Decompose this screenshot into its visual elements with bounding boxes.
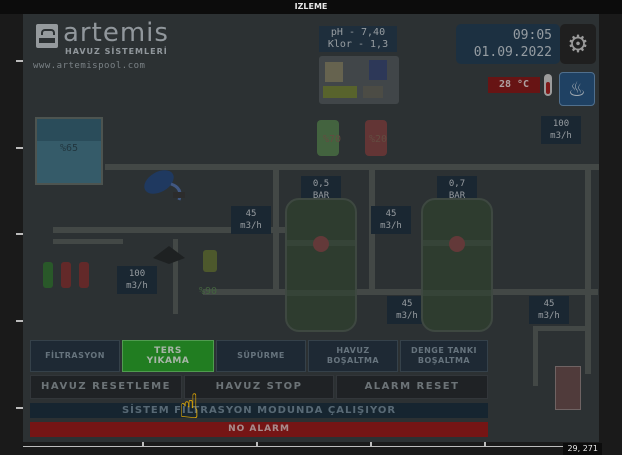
temperature-display: 28 °C [488, 77, 540, 93]
mode-backwash-button[interactable]: TERS YIKAMA [122, 340, 214, 372]
window-title: IZLEME [0, 0, 622, 14]
cursor-coordinates: 29, 271 [563, 443, 602, 455]
clock-date: 01.09.2022 [473, 45, 552, 60]
controller-icon [323, 86, 357, 98]
pipe [585, 164, 591, 374]
flow-unit: m3/h [538, 311, 560, 321]
ph-sensor-icon [325, 62, 343, 82]
sand-filter-2[interactable] [421, 198, 493, 332]
ruler-tick [16, 407, 23, 409]
valve-red[interactable] [79, 262, 89, 288]
pressure-value: 0,5 [312, 179, 330, 189]
flow-unit: m3/h [126, 281, 148, 291]
hmi-frame: IZLEME artemis HAVUZ SİSTEMLERİ www.arte… [0, 0, 622, 455]
clock-time: 09:05 [512, 28, 552, 43]
clock-display: 09:05 01.09.2022 [456, 24, 560, 64]
hmi-screen: artemis HAVUZ SİSTEMLERİ www.artemispool… [23, 14, 599, 442]
flow-unit: m3/h [240, 221, 262, 231]
mode-filtration-button[interactable]: FİLTRASYON [30, 340, 120, 372]
flow-mid-center: 45 m3/h [371, 206, 411, 234]
thermometer-icon [544, 74, 552, 96]
pump-icon [363, 86, 383, 98]
strainer-icon [153, 246, 185, 264]
system-status-bar: SİSTEM FİLTRASYON MODUNDA ÇALIŞIYOR [30, 403, 488, 418]
filter-band [423, 290, 491, 296]
valve-green[interactable] [43, 262, 53, 288]
mode-label: TERS YIKAMA [146, 346, 190, 366]
settings-button[interactable]: ⚙ [560, 24, 596, 64]
flow-value: 45 [543, 299, 555, 309]
pipe [273, 164, 279, 294]
mode-label: HAVUZ BOŞALTMA [326, 346, 380, 365]
flow-top-right: 100 m3/h [541, 116, 581, 144]
flow-value: 45 [245, 209, 257, 219]
ph-value: pH - 7,40 [330, 27, 386, 38]
filter-valve-icon[interactable] [313, 236, 329, 252]
ruler-tick [256, 442, 258, 447]
pool-robot-icon[interactable] [139, 162, 189, 206]
alarm-reset-button[interactable]: ALARM RESET [336, 375, 488, 399]
pressure-value: 0,7 [448, 179, 466, 189]
dosing-panel-icon[interactable] [319, 56, 399, 104]
brand-subtitle: HAVUZ SİSTEMLERİ [65, 47, 168, 56]
pipe [53, 239, 123, 244]
pipe [533, 326, 538, 386]
flow-value: 100 [552, 119, 570, 129]
aux-dose-level: %90 [199, 286, 218, 297]
alarm-status-bar: NO ALARM [30, 422, 488, 437]
brand-name: artemis [63, 18, 169, 48]
chemistry-readout: pH - 7,40 Klor - 1,3 [319, 26, 397, 52]
chlorine-dose-level: %20 [369, 134, 388, 145]
ruler-tick [142, 442, 144, 447]
ruler-tick [16, 60, 23, 62]
gear-icon: ⚙ [567, 30, 589, 58]
chlorine-value: Klor - 1,3 [327, 39, 389, 50]
mode-button-row: FİLTRASYON TERS YIKAMA SÜPÜRME HAVUZ BOŞ… [30, 340, 488, 372]
chlorine-sensor-icon [369, 60, 387, 80]
flow-mid-left: 45 m3/h [231, 206, 271, 234]
heater-button[interactable]: ♨ [559, 72, 595, 106]
mode-pool-drain-button[interactable]: HAVUZ BOŞALTMA [308, 340, 398, 372]
ruler-tick [484, 442, 486, 447]
heater-icon: ♨ [568, 77, 586, 101]
aux-dosing-icon[interactable] [203, 250, 217, 272]
mode-label: FİLTRASYON [45, 351, 105, 360]
hand-pointer-icon: ☝ [179, 387, 200, 427]
filter-valve-icon[interactable] [449, 236, 465, 252]
pool-reset-button[interactable]: HAVUZ RESETLEME [30, 375, 182, 399]
ph-dose-level: %70 [323, 134, 342, 145]
valve-red[interactable] [61, 262, 71, 288]
ruler-tick [16, 320, 23, 322]
ruler-tick [16, 233, 23, 235]
drain-tank[interactable] [555, 366, 581, 410]
pool-stop-button[interactable]: HAVUZ STOP [184, 375, 334, 399]
flow-unit: m3/h [380, 221, 402, 231]
pipe [533, 326, 591, 331]
ruler-tick [16, 147, 23, 149]
mode-vacuum-button[interactable]: SÜPÜRME [216, 340, 306, 372]
ruler-line [23, 446, 563, 447]
brand-url: www.artemispool.com [33, 61, 146, 71]
balance-tank[interactable]: %65 [35, 117, 103, 185]
flow-value: 45 [385, 209, 397, 219]
mode-balance-tank-drain-button[interactable]: DENGE TANKI BOŞALTMA [400, 340, 488, 372]
filter-band [287, 290, 355, 296]
flow-value: 100 [128, 269, 146, 279]
logo-icon [36, 24, 58, 48]
tank-level-label: %65 [59, 143, 79, 154]
flow-left: 100 m3/h [117, 266, 157, 294]
mode-label: SÜPÜRME [237, 351, 285, 360]
mode-label: DENGE TANKI BOŞALTMA [410, 346, 477, 365]
ruler-tick [370, 442, 372, 447]
flow-unit: m3/h [550, 131, 572, 141]
pipe [203, 289, 598, 295]
sand-filter-1[interactable] [285, 198, 357, 332]
flow-bottom-2: 45 m3/h [529, 296, 569, 324]
